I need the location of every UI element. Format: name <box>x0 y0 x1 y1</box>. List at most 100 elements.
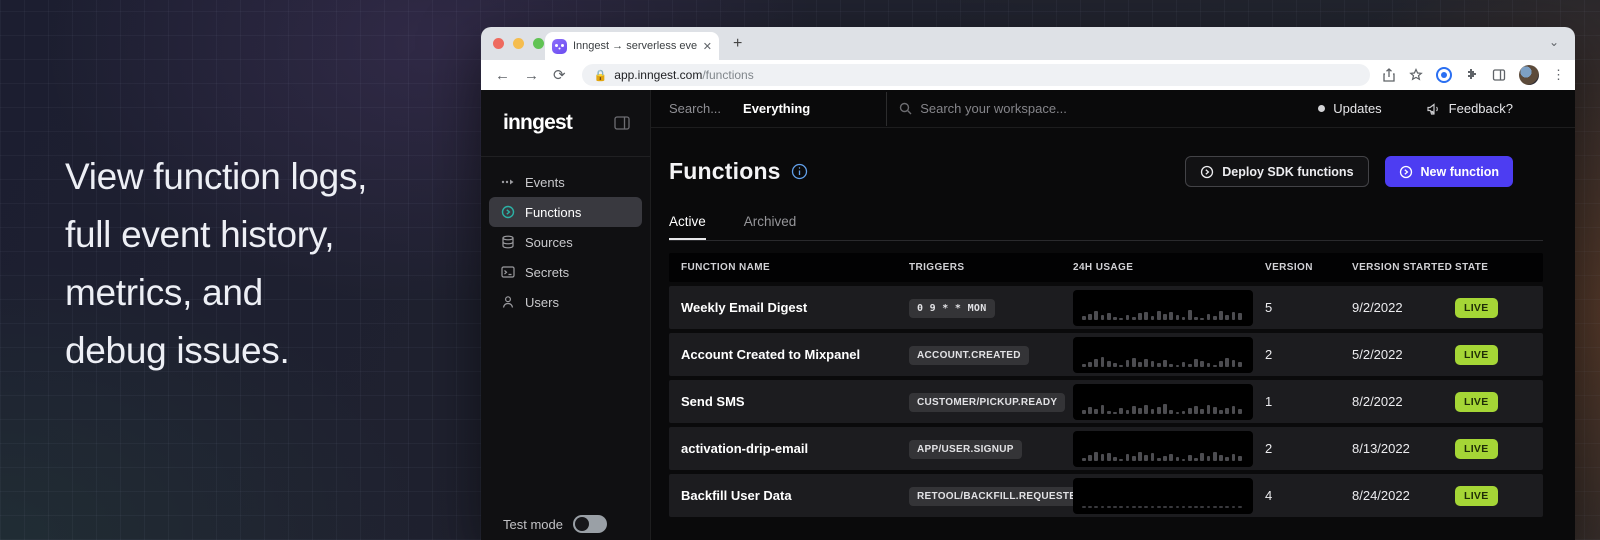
version-started-value: 8/2/2022 <box>1352 394 1455 409</box>
state-badge: LIVE <box>1455 439 1498 459</box>
table-row[interactable]: Weekly Email Digest 0 9 * * MON 5 9/2/20… <box>669 286 1543 329</box>
version-value: 5 <box>1265 300 1352 315</box>
search-label[interactable]: Search... <box>669 101 721 116</box>
usage-sparkline <box>1073 290 1253 326</box>
browser-tab-strip: Inngest → serverless event-dri ✕ + ⌄ <box>481 27 1575 60</box>
sidebar-item-events[interactable]: Events <box>489 167 642 197</box>
onepassword-extension-icon[interactable] <box>1436 67 1452 83</box>
table-row[interactable]: Backfill User Data RETOOL/BACKFILL.REQUE… <box>669 474 1543 517</box>
sidebar-item-label: Functions <box>525 205 581 220</box>
browser-action-icons: ⋮ <box>1382 65 1565 85</box>
reload-icon[interactable]: ⟳ <box>549 68 570 83</box>
version-value: 2 <box>1265 347 1352 362</box>
version-value: 1 <box>1265 394 1352 409</box>
new-tab-button[interactable]: + <box>733 35 742 53</box>
feedback-link[interactable]: Feedback? <box>1426 101 1513 116</box>
new-function-button[interactable]: New function <box>1385 156 1513 187</box>
functions-table: FUNCTION NAME TRIGGERS 24H USAGE VERSION… <box>669 253 1543 517</box>
sidebar-item-label: Events <box>525 175 565 190</box>
updates-link[interactable]: Updates <box>1333 101 1381 116</box>
search-scope[interactable]: Everything <box>743 101 810 116</box>
address-bar[interactable]: 🔒 app.inngest.com/functions <box>582 64 1370 86</box>
collapse-sidebar-icon[interactable] <box>614 116 630 130</box>
zoom-window-button[interactable] <box>533 38 544 49</box>
version-started-value: 5/2/2022 <box>1352 347 1455 362</box>
side-panel-icon[interactable] <box>1492 68 1506 82</box>
marketing-line: debug issues. <box>65 322 367 380</box>
events-icon <box>501 175 515 189</box>
table-header-row: FUNCTION NAME TRIGGERS 24H USAGE VERSION… <box>669 253 1543 282</box>
forward-icon[interactable]: → <box>520 68 543 83</box>
function-name[interactable]: Weekly Email Digest <box>669 300 909 315</box>
info-icon[interactable] <box>791 163 808 180</box>
marketing-line: metrics, and <box>65 264 367 322</box>
stage: View function logs, full event history, … <box>0 0 1600 540</box>
tab-active[interactable]: Active <box>669 214 706 240</box>
page-title: Functions <box>669 158 781 185</box>
secrets-terminal-icon <box>501 265 515 279</box>
state-badge: LIVE <box>1455 345 1498 365</box>
bookmark-star-icon[interactable] <box>1409 68 1423 82</box>
sources-database-icon <box>501 235 515 249</box>
app-topbar: Search... Everything Search your workspa… <box>651 90 1575 128</box>
state-badge: LIVE <box>1455 486 1498 506</box>
tab-archived[interactable]: Archived <box>744 214 797 240</box>
usage-sparkline <box>1073 478 1253 514</box>
tab-close-icon[interactable]: ✕ <box>703 40 712 53</box>
marketing-line: View function logs, <box>65 148 367 206</box>
traffic-lights <box>493 38 544 49</box>
deploy-icon <box>1200 165 1214 179</box>
function-name[interactable]: Account Created to Mixpanel <box>669 347 909 362</box>
function-name[interactable]: Send SMS <box>669 394 909 409</box>
sidebar-item-users[interactable]: Users <box>489 287 642 317</box>
trigger-badge: RETOOL/BACKFILL.REQUESTED <box>909 487 1092 506</box>
tab-title: Inngest → serverless event-dri <box>573 40 697 52</box>
table-row[interactable]: activation-drip-email APP/USER.SIGNUP 2 … <box>669 427 1543 470</box>
page-header: Functions Deploy SDK functions New funct… <box>669 156 1543 187</box>
usage-sparkline <box>1073 384 1253 420</box>
sidebar-item-functions[interactable]: Functions <box>489 197 642 227</box>
workspace-search-input[interactable]: Search your workspace... <box>920 101 1067 116</box>
new-function-icon <box>1399 165 1413 179</box>
share-icon[interactable] <box>1382 68 1396 82</box>
tab-search-chevron-icon[interactable]: ⌄ <box>1549 35 1559 49</box>
browser-tab[interactable]: Inngest → serverless event-dri ✕ <box>545 32 719 60</box>
marketing-text: View function logs, full event history, … <box>65 148 367 380</box>
functions-page: Functions Deploy SDK functions New funct… <box>651 128 1575 517</box>
sidebar-nav: Events Functions Sources Secrets <box>481 157 650 317</box>
test-mode-toggle[interactable] <box>573 515 607 533</box>
version-started-value: 9/2/2022 <box>1352 300 1455 315</box>
extensions-puzzle-icon[interactable] <box>1465 68 1479 82</box>
table-row[interactable]: Send SMS CUSTOMER/PICKUP.READY 1 8/2/202… <box>669 380 1543 423</box>
page-actions: Deploy SDK functions New function <box>1185 156 1513 187</box>
back-icon[interactable]: ← <box>491 68 514 83</box>
inngest-app: inngest Events Functions Sources <box>481 90 1575 540</box>
minimize-window-button[interactable] <box>513 38 524 49</box>
browser-menu-icon[interactable]: ⋮ <box>1552 67 1565 83</box>
deploy-sdk-functions-button[interactable]: Deploy SDK functions <box>1185 156 1368 187</box>
topbar-right: Updates Feedback? <box>1318 101 1513 116</box>
close-window-button[interactable] <box>493 38 504 49</box>
users-icon <box>501 295 515 309</box>
function-name[interactable]: Backfill User Data <box>669 488 909 503</box>
inngest-favicon-icon <box>552 39 567 54</box>
sidebar-item-secrets[interactable]: Secrets <box>489 257 642 287</box>
trigger-badge: 0 9 * * MON <box>909 299 995 318</box>
sidebar-item-label: Sources <box>525 235 573 250</box>
sidebar-item-sources[interactable]: Sources <box>489 227 642 257</box>
topbar-divider <box>886 92 887 126</box>
col-usage: 24H USAGE <box>1073 262 1265 273</box>
url-text: app.inngest.com/functions <box>614 68 753 82</box>
usage-sparkline <box>1073 431 1253 467</box>
function-name[interactable]: activation-drip-email <box>669 441 909 456</box>
col-version-started: VERSION STARTED <box>1352 262 1455 273</box>
updates-dot-icon <box>1318 105 1325 112</box>
profile-avatar[interactable] <box>1519 65 1539 85</box>
function-tabs: Active Archived <box>669 214 1543 241</box>
functions-icon <box>501 205 515 219</box>
state-badge: LIVE <box>1455 392 1498 412</box>
lock-icon: 🔒 <box>594 69 608 82</box>
search-icon <box>899 102 912 115</box>
table-row[interactable]: Account Created to Mixpanel ACCOUNT.CREA… <box>669 333 1543 376</box>
sidebar-header: inngest <box>481 90 650 157</box>
